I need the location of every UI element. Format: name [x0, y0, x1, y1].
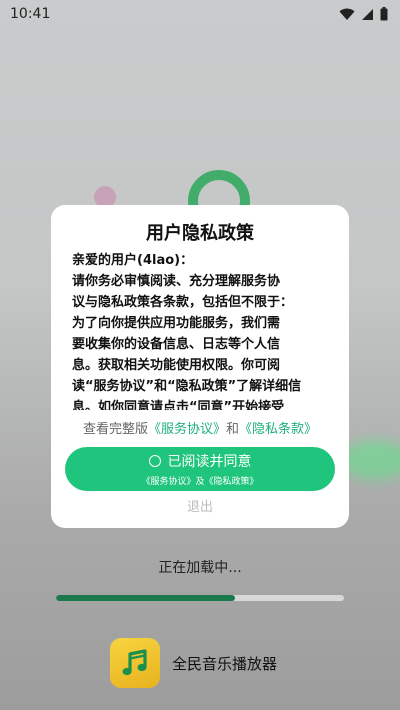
wifi-icon — [339, 8, 355, 21]
dialog-title: 用户隐私政策 — [146, 223, 254, 244]
exit-button[interactable]: 退出 — [51, 496, 349, 515]
status-time: 10:41 — [10, 6, 51, 22]
links-and: 和 — [226, 422, 240, 437]
links-prefix: 查看完整版 — [82, 422, 148, 437]
service-agreement-link[interactable]: 《服务协议》 — [148, 422, 226, 437]
body-line: 息。获取相关功能使用权限。你可阅 — [72, 358, 281, 373]
body-line: 读“服务协议”和“隐私政策”了解详细信 — [72, 379, 302, 394]
app-name: 全民音乐播放器 — [172, 655, 278, 673]
status-icons — [339, 7, 388, 21]
privacy-terms-link[interactable]: 《隐私条款》 — [239, 422, 317, 437]
agree-button[interactable]: 已阅读并同意 《服务协议》及《隐私政策》 — [65, 447, 335, 491]
loading-progress-bar — [56, 595, 344, 601]
status-bar: 10:41 — [0, 0, 400, 28]
agree-main: 已阅读并同意 — [148, 451, 252, 471]
privacy-dialog: 用户隐私政策 亲爱的用户(4lao)： 请你务必审慎阅读、充分理解服务协 议与隐… — [51, 205, 349, 528]
agreement-links: 查看完整版《服务协议》和《隐私条款》 — [51, 418, 349, 437]
loading-text: 正在加载中... — [158, 560, 242, 576]
body-line: 息。如你同意请点击“同意”开始接受 — [72, 400, 285, 410]
body-line: 请你务必审慎阅读、充分理解服务协 — [72, 274, 281, 289]
app-logo-icon — [110, 638, 160, 688]
body-line: 为了向你提供应用功能服务，我们需 — [72, 316, 281, 331]
checkbox-circle-icon — [148, 455, 161, 467]
body-line: 要收集你的设备信息、日志等个人信 — [72, 337, 281, 352]
signal-icon — [361, 8, 374, 21]
body-line: 议与隐私政策各条款，包括但不限于： — [72, 295, 294, 310]
battery-icon — [380, 7, 388, 21]
agree-label: 已阅读并同意 — [167, 454, 252, 470]
agree-sublabel: 《服务协议》及《隐私政策》 — [141, 477, 259, 487]
background-glow-decoration — [340, 440, 400, 480]
dialog-body-text[interactable]: 亲爱的用户(4lao)： 请你务必审慎阅读、充分理解服务协 议与隐私政策各条款，… — [72, 250, 336, 410]
loading-progress-fill — [56, 595, 235, 601]
body-line: 亲爱的用户(4lao)： — [72, 253, 194, 268]
